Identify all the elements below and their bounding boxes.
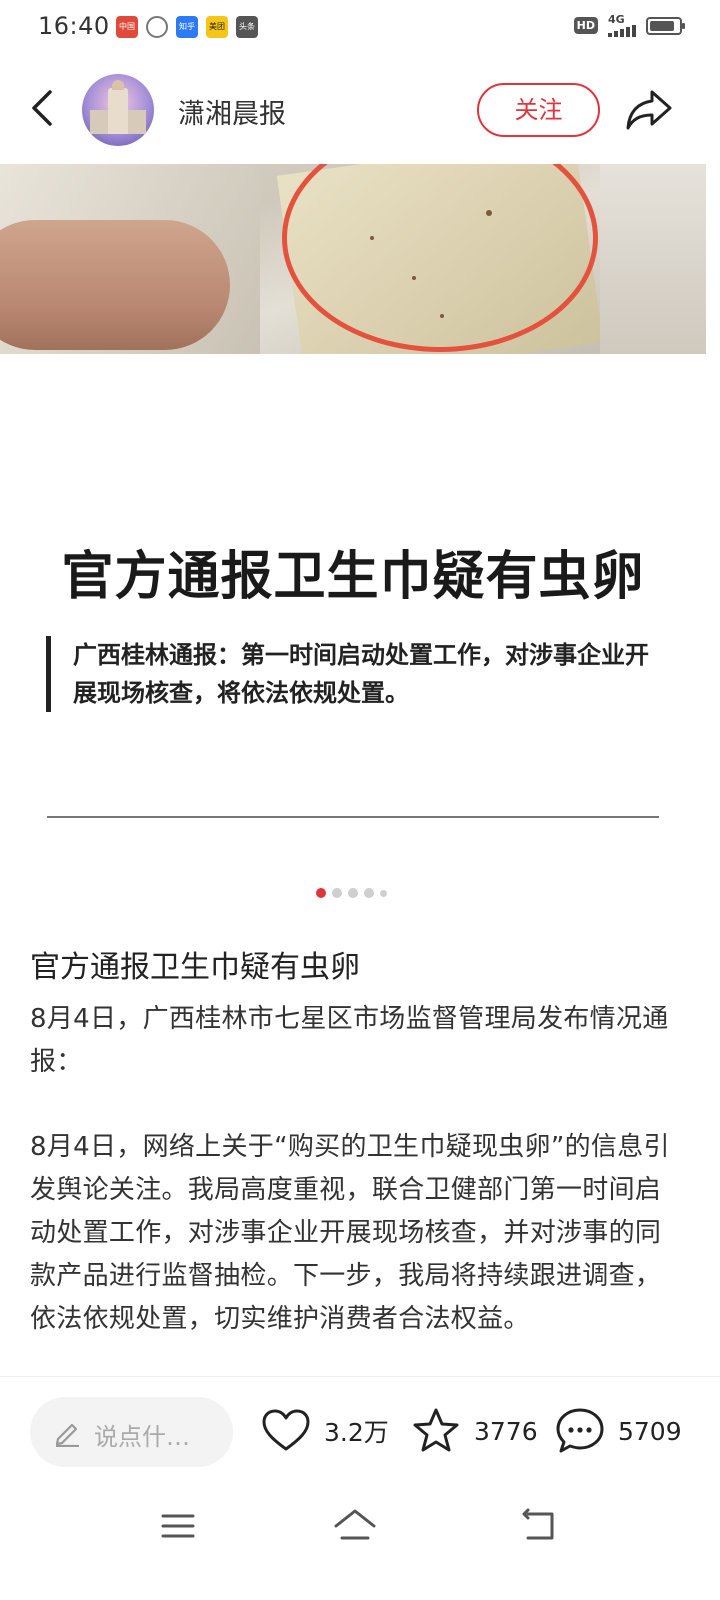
- pager-dot[interactable]: [380, 889, 387, 897]
- menu-icon: [161, 1514, 195, 1538]
- image-background: [600, 164, 706, 354]
- action-bar: 说点什… 3.2万 3776 5709: [0, 1376, 720, 1484]
- signal-icon: 4G: [608, 14, 636, 37]
- status-time: 16:40: [38, 12, 110, 40]
- pencil-icon: [55, 1423, 79, 1447]
- menu-button[interactable]: [153, 1506, 203, 1546]
- status-app-icons: 中国 知乎 美团 头条: [116, 16, 258, 38]
- heart-icon: [262, 1409, 310, 1451]
- avatar-building-right: [128, 110, 146, 134]
- avatar-building-tower: [108, 80, 128, 134]
- hd-icon: HD: [573, 17, 598, 34]
- avatar-building-left: [90, 110, 108, 134]
- article-header: 潇湘晨报 关注: [0, 66, 720, 152]
- comment-count: 5709: [618, 1416, 682, 1446]
- slide-quote: 广西桂林通报：第一时间启动处置工作，对涉事企业开展现场核查，将依法依规处置。: [46, 636, 666, 712]
- article-title: 官方通报卫生巾疑有虫卵: [30, 950, 360, 985]
- avatar[interactable]: [82, 74, 154, 146]
- pager-dot[interactable]: [332, 888, 342, 898]
- comment-placeholder: 说点什…: [94, 1423, 190, 1451]
- battery-icon: [646, 16, 685, 35]
- status-indicators: HD 4G: [573, 14, 685, 37]
- slide-pager[interactable]: [316, 888, 387, 898]
- back-button[interactable]: [22, 86, 66, 130]
- status-bar: 16:40 中国 知乎 美团 头条 HD 4G: [0, 0, 720, 56]
- chevron-left-icon: [32, 90, 52, 126]
- network-type: 4G: [608, 13, 625, 26]
- image-finger: [0, 220, 230, 350]
- share-icon: [626, 90, 672, 130]
- pager-dot[interactable]: [316, 888, 326, 898]
- slide-headline: 官方通报卫生巾疑有虫卵: [61, 546, 645, 607]
- system-nav-bar: [0, 1484, 720, 1600]
- zhihu-icon: 知乎: [176, 16, 198, 38]
- divider: [47, 816, 659, 818]
- star-icon: [413, 1408, 459, 1452]
- article-paragraph: 8月4日，网络上关于“购买的卫生巾疑现虫卵”的信息引发舆论关注。我局高度重视，联…: [30, 1132, 670, 1334]
- article-paragraph: 8月4日，广西桂林市七星区市场监督管理局发布情况通报：: [30, 1004, 669, 1077]
- pager-dot[interactable]: [348, 888, 358, 898]
- like-button[interactable]: 3.2万: [260, 1403, 389, 1459]
- favorite-button[interactable]: 3776: [410, 1403, 538, 1459]
- system-back-button[interactable]: [514, 1506, 564, 1546]
- battery-level: [650, 20, 674, 31]
- back-arrow-icon: [522, 1508, 554, 1540]
- meituan-icon: 美团: [206, 16, 228, 38]
- follow-button[interactable]: 关注: [477, 83, 600, 137]
- pager-dot[interactable]: [364, 888, 374, 898]
- favorite-count: 3776: [474, 1416, 538, 1446]
- toutiao-icon: 头条: [236, 16, 258, 38]
- comment-button[interactable]: 5709: [554, 1403, 682, 1459]
- news-app-icon: 中国: [116, 16, 138, 38]
- share-button[interactable]: [624, 86, 674, 132]
- home-button[interactable]: [330, 1506, 380, 1546]
- account-name[interactable]: 潇湘晨报: [178, 92, 286, 131]
- article-image[interactable]: [0, 164, 706, 354]
- home-icon: [334, 1509, 376, 1540]
- like-count: 3.2万: [324, 1418, 389, 1447]
- circle-app-icon: [146, 16, 168, 38]
- comment-bubble-icon: [556, 1408, 604, 1453]
- comment-input[interactable]: 说点什…: [30, 1397, 233, 1467]
